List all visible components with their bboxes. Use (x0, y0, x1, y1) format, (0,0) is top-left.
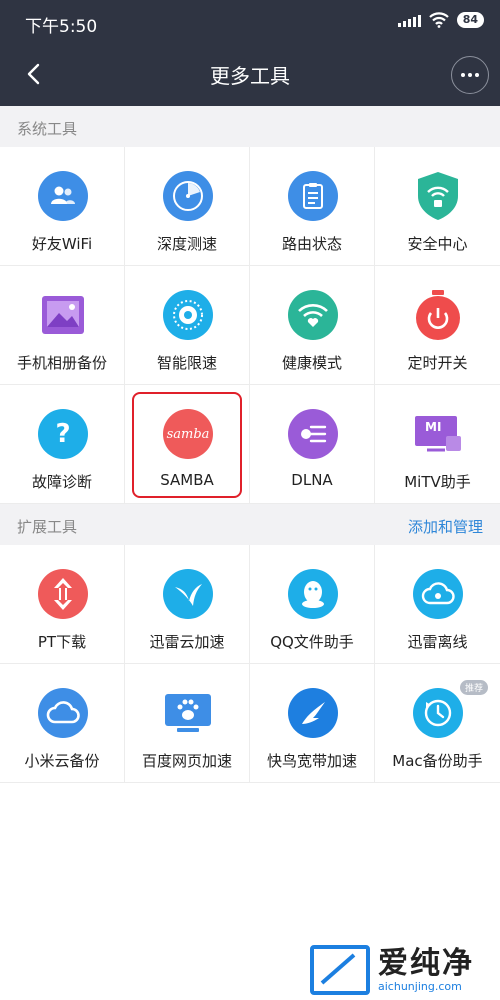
tool-label: 手机相册备份 (16, 354, 107, 372)
section-header-extension: 扩展工具 添加和管理 (0, 504, 500, 545)
tool-security-center[interactable]: 安全中心 (375, 147, 500, 266)
samba-icon: samba (163, 409, 213, 459)
recommend-badge: 推荐 (459, 680, 488, 695)
more-options-button[interactable] (451, 56, 489, 94)
tool-swift-broadband[interactable]: 快鸟宽带加速 (250, 664, 375, 783)
battery-indicator: 84 (456, 12, 484, 28)
tool-xunlei-offline[interactable]: 迅雷离线 (375, 545, 500, 664)
add-manage-link[interactable]: 添加和管理 (408, 516, 483, 537)
tool-dlna[interactable]: DLNA (250, 385, 375, 504)
samba-icon-text: samba (166, 426, 210, 442)
system-tools-grid: 好友WiFi 深度测速 路由状态 安全中心 手机相册备份 智能限速 健康模式 定… (0, 147, 500, 504)
tool-pt-download[interactable]: PT下载 (0, 545, 125, 664)
watermark-logo (310, 945, 370, 995)
friends-wifi-icon (38, 171, 88, 221)
xunlei-bird-icon (163, 569, 213, 619)
tool-label: QQ文件助手 (270, 633, 354, 651)
tool-qq-file[interactable]: QQ文件助手 (250, 545, 375, 664)
tool-label: MiTV助手 (404, 473, 471, 491)
tool-router-status[interactable]: 路由状态 (250, 147, 375, 266)
tool-label: PT下载 (37, 633, 87, 651)
tool-samba[interactable]: samba SAMBA (125, 385, 250, 504)
tool-mi-cloud-backup[interactable]: 小米云备份 (0, 664, 125, 783)
tool-label: 迅雷云加速 (149, 633, 225, 651)
baidu-paw-icon (163, 688, 213, 738)
tool-smart-limit[interactable]: 智能限速 (125, 266, 250, 385)
tool-diagnosis[interactable]: ? 故障诊断 (0, 385, 125, 504)
photo-album-icon (38, 290, 88, 340)
mitv-icon: MI (413, 409, 463, 459)
tool-mac-backup[interactable]: 推荐 Mac备份助手 (375, 664, 500, 783)
extension-tools-grid: PT下载 迅雷云加速 QQ文件助手 迅雷离线 小米云备份 百度网页加速 快鸟宽带… (0, 545, 500, 783)
tool-timer-switch[interactable]: 定时开关 (375, 266, 500, 385)
tool-label: 安全中心 (407, 235, 468, 253)
tool-label: 好友WiFi (31, 235, 93, 253)
tool-label: 小米云备份 (24, 752, 100, 770)
tool-label: 百度网页加速 (141, 752, 232, 770)
health-wifi-icon (288, 290, 338, 340)
tool-label: 深度测速 (156, 235, 217, 253)
tool-label: 快鸟宽带加速 (266, 752, 357, 770)
section-header-system: 系统工具 (0, 106, 500, 147)
qq-penguin-icon (288, 569, 338, 619)
smart-limit-icon (163, 290, 213, 340)
tool-label: 迅雷离线 (407, 633, 468, 651)
dlna-icon (288, 409, 338, 459)
tool-photo-backup[interactable]: 手机相册备份 (0, 266, 125, 385)
tool-label: 路由状态 (281, 235, 342, 253)
tool-friend-wifi[interactable]: 好友WiFi (0, 147, 125, 266)
tool-label: 健康模式 (281, 354, 342, 372)
security-shield-icon (413, 171, 463, 221)
watermark: 爱纯净 aichunjing.com (310, 945, 474, 995)
tool-label: 智能限速 (156, 354, 217, 372)
timer-switch-icon (413, 290, 463, 340)
status-time: 下午5:50 (25, 17, 98, 37)
tool-label: DLNA (291, 471, 333, 489)
router-status-icon (288, 171, 338, 221)
wifi-icon (428, 12, 449, 28)
cloud-offline-icon (413, 569, 463, 619)
page-title: 更多工具 (210, 64, 290, 88)
question-icon: ? (38, 409, 88, 459)
tool-label: Mac备份助手 (392, 752, 483, 770)
watermark-url: aichunjing.com (378, 979, 462, 993)
section-title-extension: 扩展工具 (17, 518, 78, 536)
status-bar: 下午5:50 84 (0, 0, 500, 44)
tool-label: SAMBA (160, 471, 214, 489)
nav-bar: 更多工具 (0, 44, 500, 106)
tool-xunlei-accel[interactable]: 迅雷云加速 (125, 545, 250, 664)
tool-health-mode[interactable]: 健康模式 (250, 266, 375, 385)
mac-backup-icon (413, 688, 463, 738)
signal-icon (397, 13, 421, 27)
mi-cloud-icon (38, 688, 88, 738)
tool-baidu-accel[interactable]: 百度网页加速 (125, 664, 250, 783)
watermark-text: 爱纯净 (378, 945, 474, 981)
tool-label: 定时开关 (407, 354, 468, 372)
tool-label: 故障诊断 (31, 473, 92, 491)
mitv-icon-text: MI (425, 420, 442, 434)
section-title-system: 系统工具 (17, 120, 78, 138)
status-indicators: 84 (397, 12, 484, 28)
tool-speed-test[interactable]: 深度测速 (125, 147, 250, 266)
swift-bird-icon (288, 688, 338, 738)
speed-test-icon (163, 171, 213, 221)
pt-download-icon (38, 569, 88, 619)
tool-mitv[interactable]: MI MiTV助手 (375, 385, 500, 504)
